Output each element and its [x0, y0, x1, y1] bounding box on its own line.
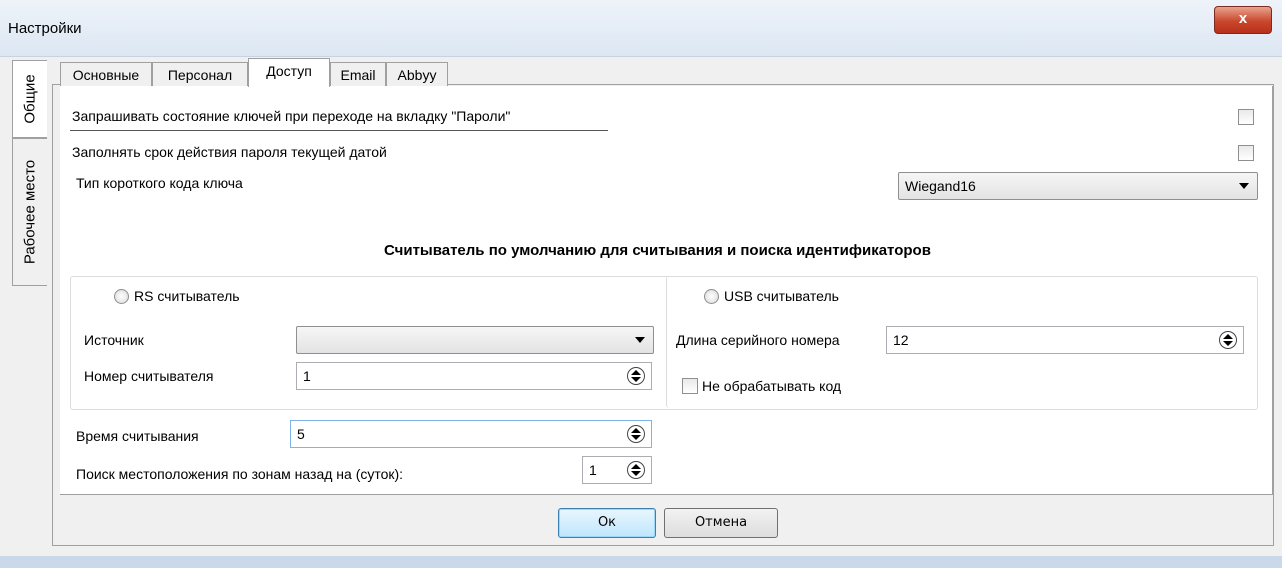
spinner-icon[interactable] — [1219, 331, 1237, 349]
tab-personnel-label: Персонал — [167, 67, 233, 83]
tab-email-label: Email — [340, 67, 376, 83]
side-tab-workplace[interactable]: Рабочее место — [12, 138, 47, 286]
rs-reader-radio[interactable] — [114, 289, 129, 304]
spinner-icon[interactable] — [627, 367, 645, 385]
cancel-button-label: Отмена — [694, 515, 748, 530]
source-label: Источник — [84, 332, 144, 348]
spinner-icon[interactable] — [627, 425, 645, 443]
window-title: Настройки — [8, 20, 82, 37]
serial-length-label: Длина серийного номера — [676, 332, 840, 348]
focus-underline — [70, 130, 608, 131]
location-search-spinner[interactable]: 1 — [582, 456, 652, 484]
tab-abbyy[interactable]: Abbyy — [386, 62, 448, 87]
close-icon: x — [1238, 10, 1248, 27]
close-button[interactable]: x — [1214, 6, 1272, 34]
read-time-value: 5 — [297, 426, 305, 442]
query-keys-label: Запрашивать состояние ключей при переход… — [72, 108, 511, 124]
reader-number-spinner[interactable]: 1 — [296, 362, 652, 390]
usb-reader-label: USB считыватель — [724, 288, 839, 304]
source-select[interactable] — [296, 326, 654, 354]
read-time-spinner[interactable]: 5 — [290, 420, 652, 448]
ok-button-label: Ок — [597, 515, 617, 530]
no-process-label: Не обрабатывать код — [702, 378, 842, 394]
title-bar: Настройки x — [0, 0, 1282, 57]
tab-main[interactable]: Основные — [60, 62, 152, 87]
fill-expiry-checkbox[interactable] — [1238, 145, 1254, 161]
serial-length-spinner[interactable]: 12 — [886, 326, 1244, 354]
query-keys-checkbox[interactable] — [1238, 109, 1254, 125]
side-tab-general-label: Общие — [21, 74, 39, 124]
reader-number-value: 1 — [303, 368, 311, 384]
tab-access[interactable]: Доступ — [248, 58, 330, 87]
window-bottom-edge — [0, 556, 1282, 568]
short-code-select[interactable]: Wiegand16 — [898, 172, 1258, 200]
no-process-checkbox[interactable] — [682, 378, 698, 394]
short-code-value: Wiegand16 — [905, 178, 976, 194]
ok-button[interactable]: Ок — [558, 508, 656, 538]
reader-number-label: Номер считывателя — [84, 368, 214, 384]
short-code-label: Тип короткого кода ключа — [76, 175, 243, 191]
location-search-value: 1 — [589, 462, 597, 478]
read-time-label: Время считывания — [76, 428, 199, 444]
reader-heading: Считыватель по умолчанию для считывания … — [384, 242, 931, 259]
usb-reader-radio[interactable] — [704, 289, 719, 304]
tab-abbyy-label: Abbyy — [397, 67, 437, 83]
side-tab-general[interactable]: Общие — [12, 60, 47, 138]
location-search-label: Поиск местоположения по зонам назад на (… — [76, 466, 404, 482]
tab-access-label: Доступ — [266, 63, 312, 79]
serial-length-value: 12 — [893, 332, 909, 348]
rs-reader-label: RS считыватель — [134, 288, 240, 304]
fill-expiry-label: Заполнять срок действия пароля текущей д… — [72, 144, 387, 160]
chevron-down-icon — [635, 337, 645, 343]
tab-email[interactable]: Email — [330, 62, 386, 87]
spinner-icon[interactable] — [627, 461, 645, 479]
tab-main-label: Основные — [72, 67, 140, 83]
side-tab-workplace-label: Рабочее место — [21, 159, 39, 265]
chevron-down-icon — [1239, 183, 1249, 189]
tab-personnel[interactable]: Персонал — [152, 62, 248, 87]
cancel-button[interactable]: Отмена — [664, 508, 778, 538]
